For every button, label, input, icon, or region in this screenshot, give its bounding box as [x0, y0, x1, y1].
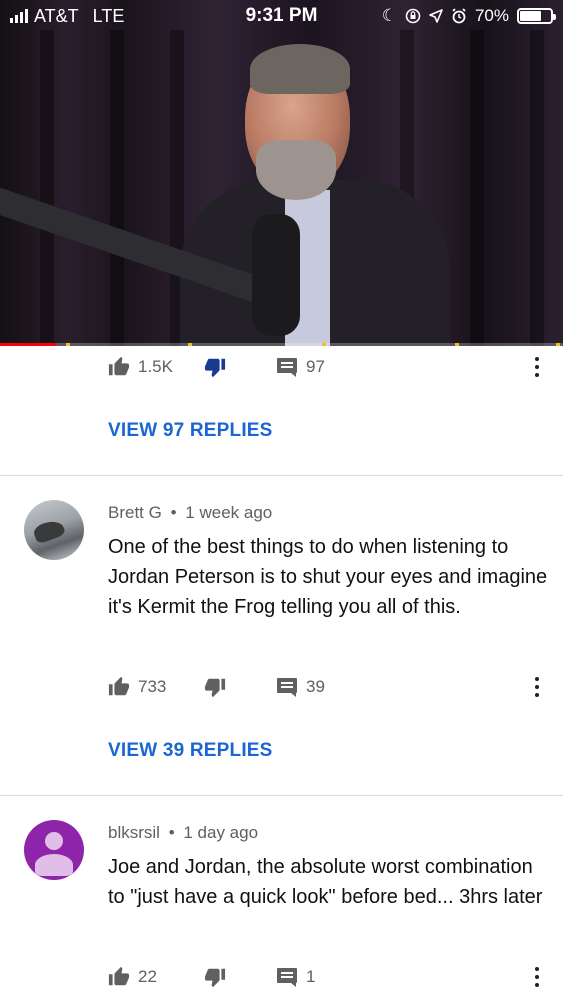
avatar-image: [31, 517, 67, 545]
chapter-marker: [66, 343, 70, 346]
dislike-button[interactable]: [204, 966, 276, 988]
reply-button[interactable]: 1: [276, 967, 553, 987]
chapter-marker: [322, 343, 326, 346]
avatar-shoulders-shape: [35, 854, 73, 876]
dislike-button[interactable]: [204, 676, 276, 698]
comment-bubble-icon: [277, 968, 297, 987]
thumbs-up-icon: [108, 676, 130, 696]
thumbs-up-icon: [108, 356, 130, 376]
carrier-label: AT&T: [34, 5, 79, 26]
curtain-fold: [40, 30, 54, 346]
thumbs-down-icon: [204, 968, 226, 988]
network-label: LTE: [92, 5, 125, 26]
chapter-marker: [556, 343, 560, 346]
person-hair: [250, 44, 350, 94]
status-time: 9:31 PM: [245, 5, 318, 26]
reply-button[interactable]: 97: [276, 357, 553, 377]
more-options-icon[interactable]: [535, 967, 539, 987]
like-count: 733: [138, 677, 167, 696]
comment-text: Joe and Jordan, the absolute worst combi…: [108, 856, 543, 908]
location-arrow-icon: [429, 9, 443, 23]
like-count: 22: [138, 967, 157, 986]
more-options-icon[interactable]: [535, 677, 539, 697]
comment-action-bar: 1.5K 97: [108, 352, 553, 382]
person-beard: [256, 140, 336, 200]
thumbs-down-icon: [204, 678, 226, 698]
curtain-fold: [530, 30, 544, 346]
comment-action-bar: 22 1: [108, 962, 553, 992]
curtain-fold: [470, 30, 484, 346]
separator-dot: •: [168, 823, 175, 842]
separator-dot: •: [170, 503, 177, 522]
like-button[interactable]: 1.5K: [108, 356, 204, 378]
comment-text: One of the best things to do when listen…: [108, 536, 548, 618]
progress-played: [0, 343, 57, 346]
microphone: [252, 214, 300, 336]
comment-bubble-icon: [277, 678, 297, 697]
alarm-icon: [452, 8, 466, 24]
divider: [0, 475, 563, 476]
battery-percent: 70%: [474, 6, 509, 25]
comment-time: 1 day ago: [183, 823, 259, 842]
like-button[interactable]: 733: [108, 676, 204, 698]
comment-time: 1 week ago: [185, 503, 273, 522]
more-options-icon[interactable]: [535, 357, 539, 377]
like-count: 1.5K: [138, 357, 173, 376]
battery-fill: [520, 11, 541, 21]
dislike-button[interactable]: [204, 356, 276, 378]
view-replies-link[interactable]: VIEW 39 REPLIES: [108, 740, 273, 762]
comment-meta: blksrsil • 1 day ago: [108, 823, 258, 843]
chapter-marker: [188, 343, 192, 346]
thumbs-down-icon: [204, 358, 226, 378]
reply-count: 1: [306, 967, 316, 986]
avatar-head-shape: [45, 832, 63, 850]
reply-count: 39: [306, 677, 325, 696]
comment-meta: Brett G • 1 week ago: [108, 503, 272, 523]
default-avatar[interactable]: [24, 820, 84, 880]
divider: [0, 795, 563, 796]
thumbs-up-icon: [108, 966, 130, 986]
signal-icon: [10, 9, 28, 23]
comment-action-bar: 733 39: [108, 672, 553, 702]
battery-icon: [517, 8, 556, 24]
progress-track[interactable]: [0, 343, 563, 346]
chapter-marker: [455, 343, 459, 346]
comment-bubble-icon: [277, 358, 297, 377]
comment-author[interactable]: blksrsil: [108, 823, 160, 842]
status-bar: AT&T LTE 9:31 PM ☾ 70%: [0, 0, 563, 32]
view-replies-link[interactable]: VIEW 97 REPLIES: [108, 420, 273, 442]
video-player[interactable]: AT&T LTE 9:31 PM ☾ 70%: [0, 0, 563, 346]
status-right: ☾ 70%: [353, 6, 556, 26]
status-left: AT&T LTE: [10, 6, 210, 27]
reply-button[interactable]: 39: [276, 677, 553, 697]
user-avatar[interactable]: [24, 500, 84, 560]
like-button[interactable]: 22: [108, 966, 204, 988]
comment-author[interactable]: Brett G: [108, 503, 162, 522]
reply-count: 97: [306, 357, 325, 376]
rotation-lock-icon: [405, 8, 421, 24]
moon-icon: ☾: [381, 6, 397, 25]
curtain-fold: [110, 30, 124, 346]
